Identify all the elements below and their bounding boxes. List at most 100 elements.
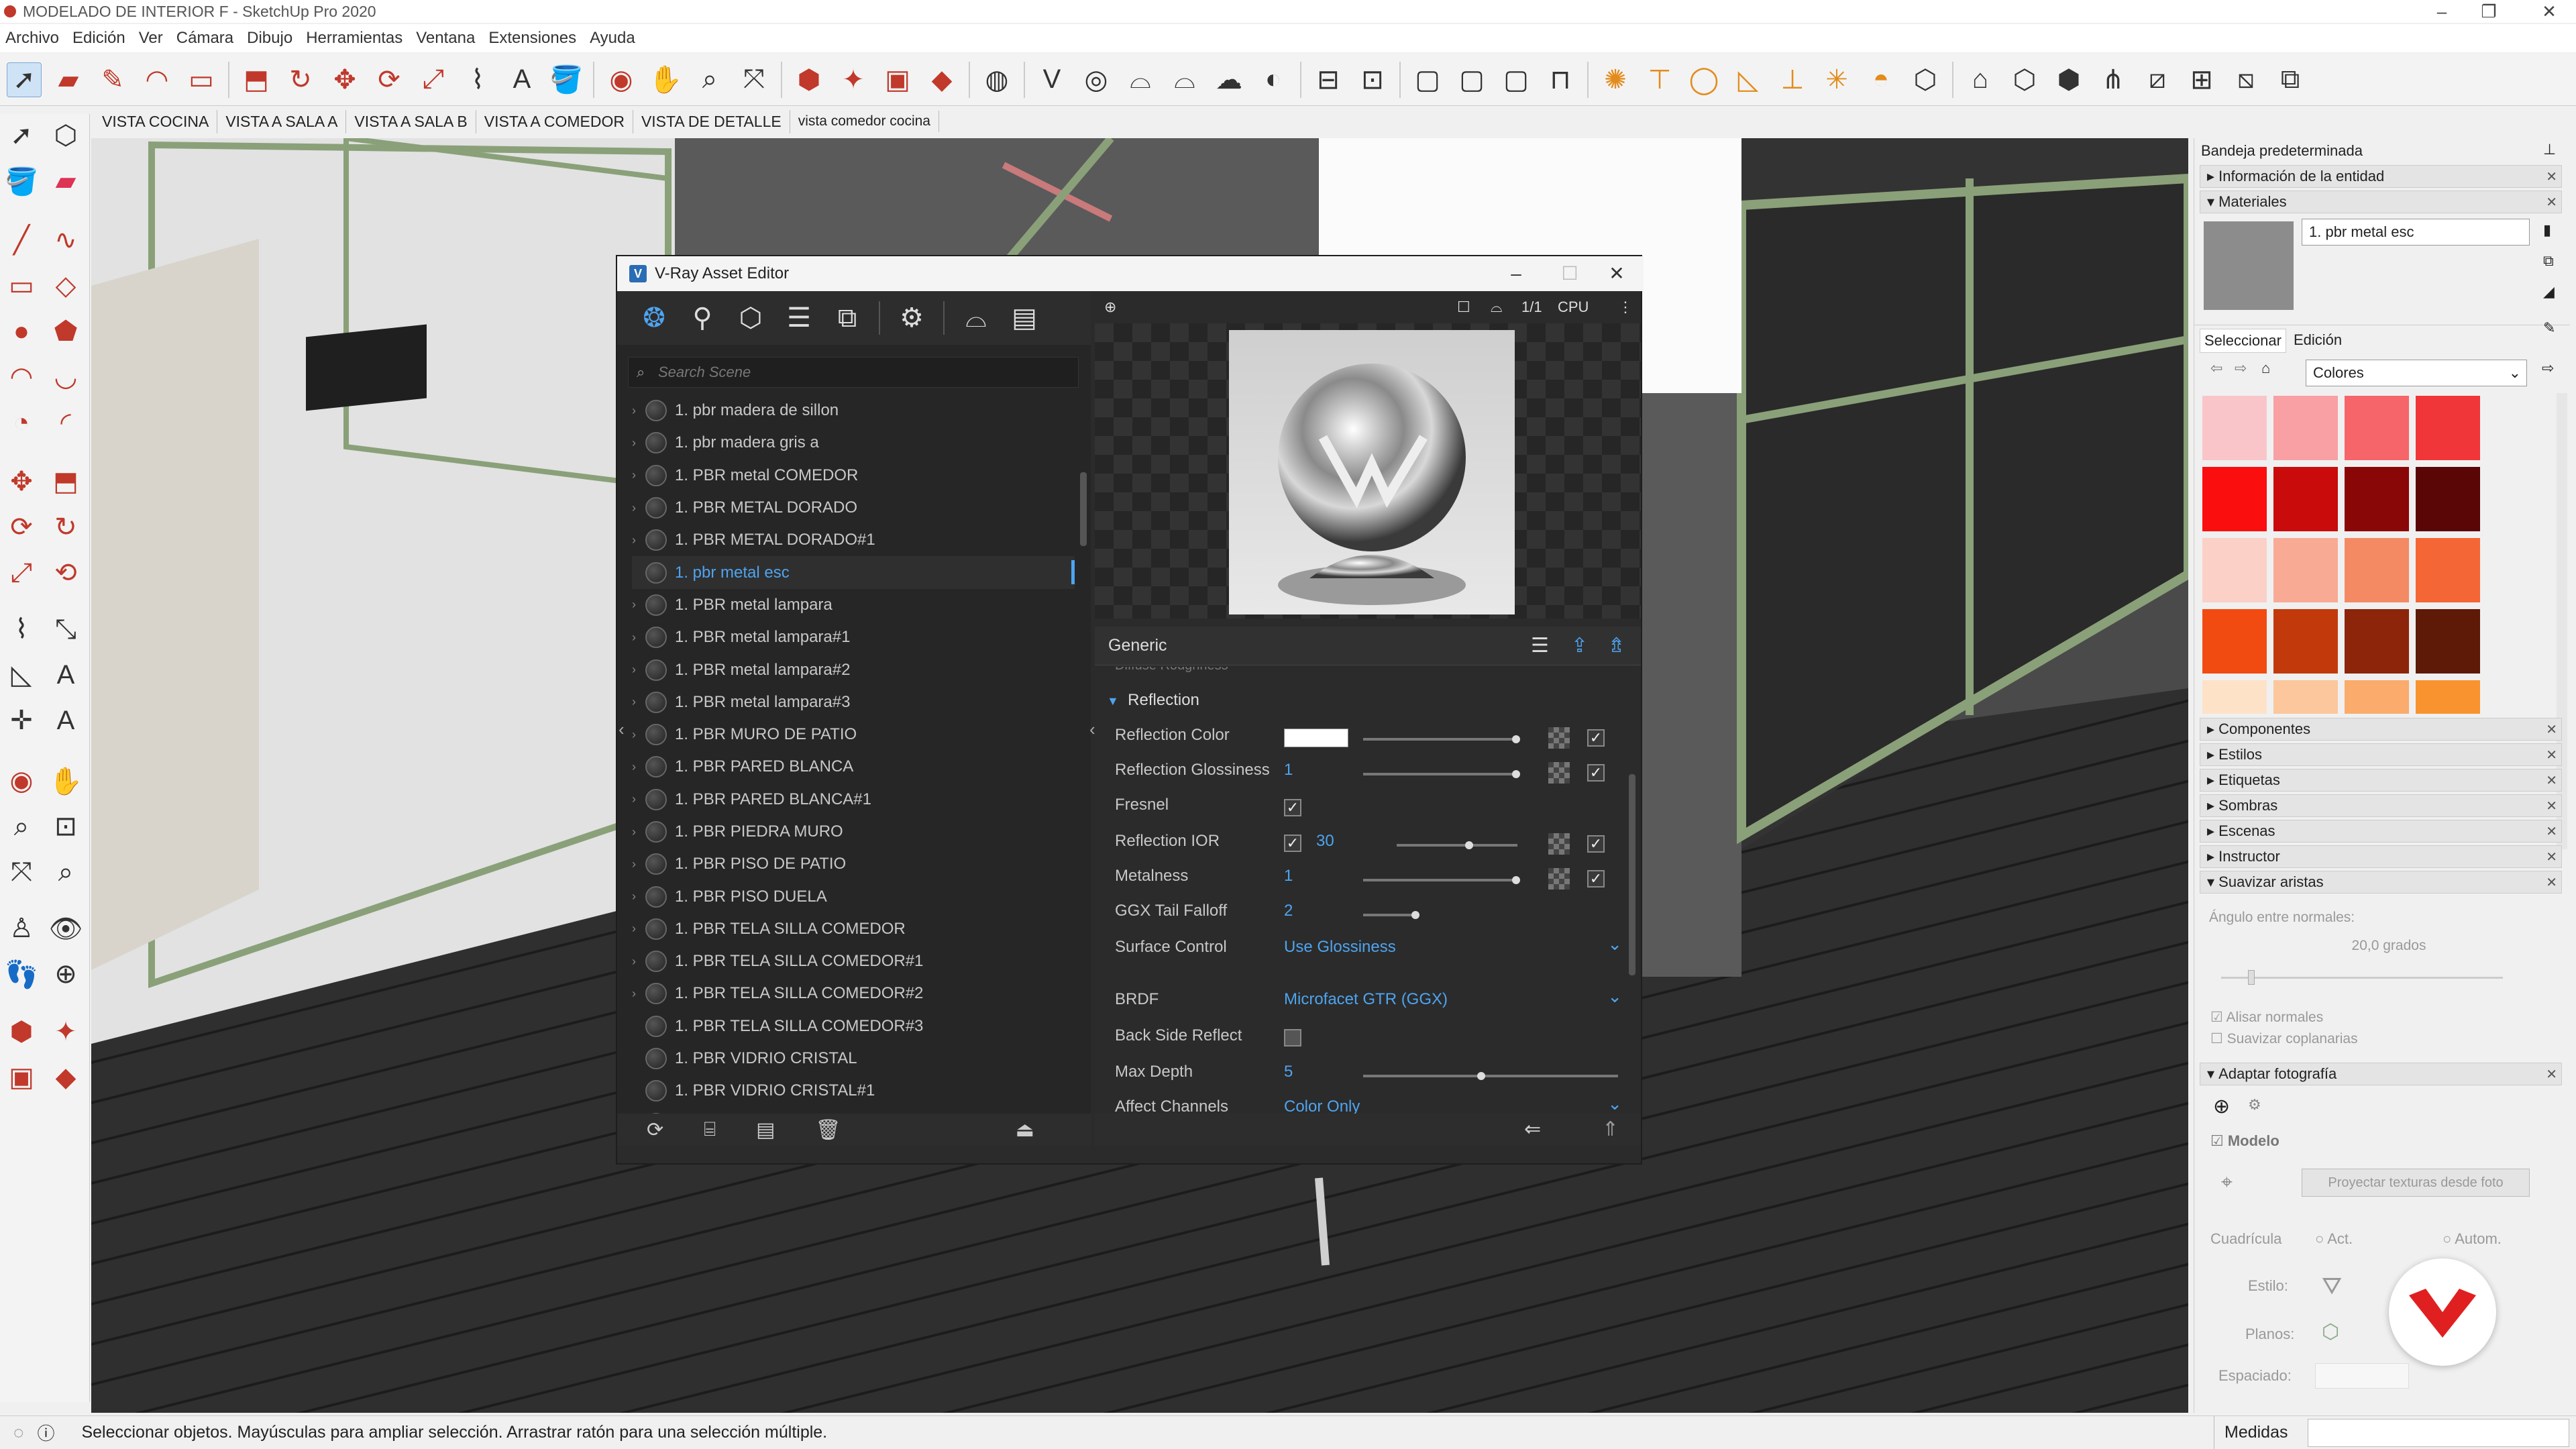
mesh-light-icon[interactable]: ⬡ bbox=[1908, 62, 1943, 97]
arc2-icon[interactable]: ◡ bbox=[47, 358, 85, 396]
extensions-icon[interactable]: ✦ bbox=[47, 1013, 85, 1051]
reflection-ior-value[interactable]: 30 bbox=[1316, 828, 1334, 855]
materials-category-icon[interactable]: ❂ bbox=[637, 301, 671, 335]
forward-icon[interactable]: ⇨ bbox=[2235, 360, 2247, 377]
scene-tab[interactable]: VISTA A SALA A bbox=[217, 109, 347, 133]
expand-arrow-icon[interactable]: › bbox=[632, 792, 645, 806]
tab-select[interactable]: Seleccionar bbox=[2200, 329, 2286, 353]
account-icon[interactable]: ◍ bbox=[979, 62, 1014, 97]
paint-icon[interactable]: 🪣 bbox=[3, 162, 40, 200]
spot-light-icon[interactable]: ⊤ bbox=[1642, 62, 1677, 97]
max-depth-slider[interactable] bbox=[1363, 1072, 1618, 1080]
color-swatch[interactable] bbox=[2416, 680, 2480, 714]
view-front-icon[interactable]: ▢ bbox=[1410, 62, 1445, 97]
metalness-slider[interactable] bbox=[1363, 876, 1520, 884]
orbit-icon[interactable]: ◉ bbox=[604, 62, 639, 97]
scatter-icon[interactable]: ⧅ bbox=[2229, 62, 2263, 97]
vray-render-icon[interactable]: ◎ bbox=[1079, 62, 1114, 97]
tape-measure-icon[interactable]: ⌇ bbox=[460, 62, 495, 97]
chevron-down-icon[interactable]: ⌄ bbox=[1607, 986, 1622, 1007]
tape-icon[interactable]: ⌇ bbox=[3, 610, 40, 648]
arc-tool-icon[interactable]: ◠ bbox=[140, 62, 174, 97]
overlay-badge[interactable] bbox=[2389, 1258, 2496, 1366]
sphere-light-icon[interactable]: ◯ bbox=[1686, 62, 1721, 97]
restore-icon[interactable]: ❐ bbox=[2469, 0, 2509, 23]
paint-bucket-icon[interactable]: 🪣 bbox=[549, 62, 584, 97]
vray-interactive-icon[interactable]: ⌓ bbox=[1167, 62, 1202, 97]
proxy-import-icon[interactable]: ⬢ bbox=[2051, 62, 2086, 97]
home-icon[interactable]: ⌂ bbox=[2261, 360, 2270, 377]
color-swatch[interactable] bbox=[2273, 680, 2338, 714]
reflection-section[interactable]: ▼ Reflection bbox=[1107, 687, 1199, 714]
color-swatch[interactable] bbox=[2416, 396, 2480, 460]
scale-icon[interactable]: ⤢ bbox=[3, 554, 40, 592]
settings-category-icon[interactable]: ⚙ bbox=[895, 301, 928, 335]
materials-panel[interactable]: ▾ Materiales ✕ bbox=[2200, 191, 2562, 213]
textures-category-icon[interactable]: ⧉ bbox=[830, 301, 864, 335]
close-icon[interactable]: ✕ bbox=[2529, 0, 2569, 23]
measurements-input[interactable] bbox=[2308, 1419, 2569, 1447]
look-around-icon[interactable]: 👁 bbox=[47, 910, 85, 947]
fur-icon[interactable]: ⋔ bbox=[2096, 62, 2131, 97]
create-material-icon[interactable]: ▮ bbox=[2543, 221, 2551, 239]
3d-text-icon[interactable]: A bbox=[47, 702, 85, 739]
section-display-icon[interactable]: ⊡ bbox=[1355, 62, 1390, 97]
lights-category-icon[interactable]: ⚲ bbox=[686, 301, 719, 335]
warehouse-icon[interactable]: ⬢ bbox=[792, 62, 826, 97]
color-swatch[interactable] bbox=[2345, 467, 2409, 531]
rectangle-tool-icon[interactable]: ▭ bbox=[184, 62, 219, 97]
close-icon[interactable]: ✕ bbox=[2546, 747, 2557, 763]
tags-panel[interactable]: ▸ Etiquetas ✕ bbox=[2200, 769, 2562, 792]
color-swatch[interactable] bbox=[2345, 396, 2409, 460]
reflection-color-swatch[interactable] bbox=[1284, 729, 1348, 747]
walk-icon[interactable]: 👣 bbox=[3, 955, 40, 993]
collapse-left-icon[interactable]: ‹ bbox=[619, 719, 625, 740]
chevron-down-icon[interactable]: ⌄ bbox=[1607, 934, 1622, 955]
menu-ayuda[interactable]: Ayuda bbox=[584, 29, 643, 48]
menu-extensiones[interactable]: Extensiones bbox=[483, 29, 584, 48]
expand-arrow-icon[interactable]: › bbox=[632, 468, 645, 482]
menu-edicion[interactable]: Edición bbox=[67, 29, 133, 48]
color-swatch[interactable] bbox=[2202, 680, 2267, 714]
view-lock-icon[interactable]: ⊓ bbox=[1543, 62, 1578, 97]
spacing-input[interactable] bbox=[2315, 1363, 2409, 1389]
color-swatch[interactable] bbox=[2273, 538, 2338, 602]
eyedropper-icon[interactable]: ✎ bbox=[2543, 319, 2555, 337]
pencil-tool-icon[interactable]: ✎ bbox=[95, 62, 130, 97]
chevron-down-icon[interactable]: ⌄ bbox=[1607, 1093, 1622, 1114]
offset-icon[interactable]: ⟲ bbox=[47, 554, 85, 592]
polygon-icon[interactable]: ⬟ bbox=[47, 313, 85, 350]
render-ratio[interactable]: 1/1 bbox=[1521, 299, 1542, 316]
menu-ventana[interactable]: Ventana bbox=[411, 29, 483, 48]
crosshair-icon[interactable]: ⌖ bbox=[2221, 1171, 2233, 1194]
vray-frame-buffer-icon[interactable]: ◐ bbox=[1256, 62, 1291, 97]
follow-me-icon[interactable]: ↻ bbox=[283, 62, 318, 97]
texture-slot-icon[interactable] bbox=[1548, 762, 1570, 784]
render-mode[interactable]: CPU bbox=[1558, 299, 1589, 316]
zoom-extents-icon[interactable]: ⤧ bbox=[3, 853, 40, 891]
expand-arrow-icon[interactable]: › bbox=[632, 501, 645, 515]
menu-camara[interactable]: Cámara bbox=[171, 29, 241, 48]
menu-herramientas[interactable]: Herramientas bbox=[301, 29, 411, 48]
preview-size-icon[interactable]: ☐ bbox=[1457, 299, 1470, 316]
preview-dock-icon[interactable]: ⊕ bbox=[1104, 299, 1116, 316]
expand-arrow-icon[interactable]: › bbox=[632, 598, 645, 612]
view-left-icon[interactable]: ▢ bbox=[1499, 62, 1534, 97]
arc-icon[interactable]: ◠ bbox=[3, 358, 40, 396]
close-icon[interactable]: ✕ bbox=[2546, 874, 2557, 891]
extension-warehouse-icon[interactable]: ✦ bbox=[836, 62, 871, 97]
expand-arrow-icon[interactable]: › bbox=[632, 922, 645, 936]
color-swatch[interactable] bbox=[2202, 467, 2267, 531]
eraser-tool-icon[interactable]: ▰ bbox=[51, 62, 86, 97]
menu-archivo[interactable]: Archivo bbox=[0, 29, 67, 48]
close-icon[interactable]: ✕ bbox=[2546, 798, 2557, 814]
zoom-window-icon[interactable]: ⊡ bbox=[47, 808, 85, 845]
grid-style-icon[interactable]: ⛛ bbox=[2322, 1272, 2342, 1301]
section-plane-icon[interactable]: ⊟ bbox=[1311, 62, 1346, 97]
expand-arrow-icon[interactable]: › bbox=[632, 955, 645, 969]
pin-icon[interactable]: ⊥ bbox=[2543, 141, 2556, 158]
expand-arrow-icon[interactable]: › bbox=[632, 436, 645, 450]
close-icon[interactable]: ✕ bbox=[2546, 823, 2557, 840]
save-icon[interactable]: ▤ bbox=[756, 1118, 775, 1142]
ruby-console-icon[interactable]: ◆ bbox=[47, 1059, 85, 1096]
